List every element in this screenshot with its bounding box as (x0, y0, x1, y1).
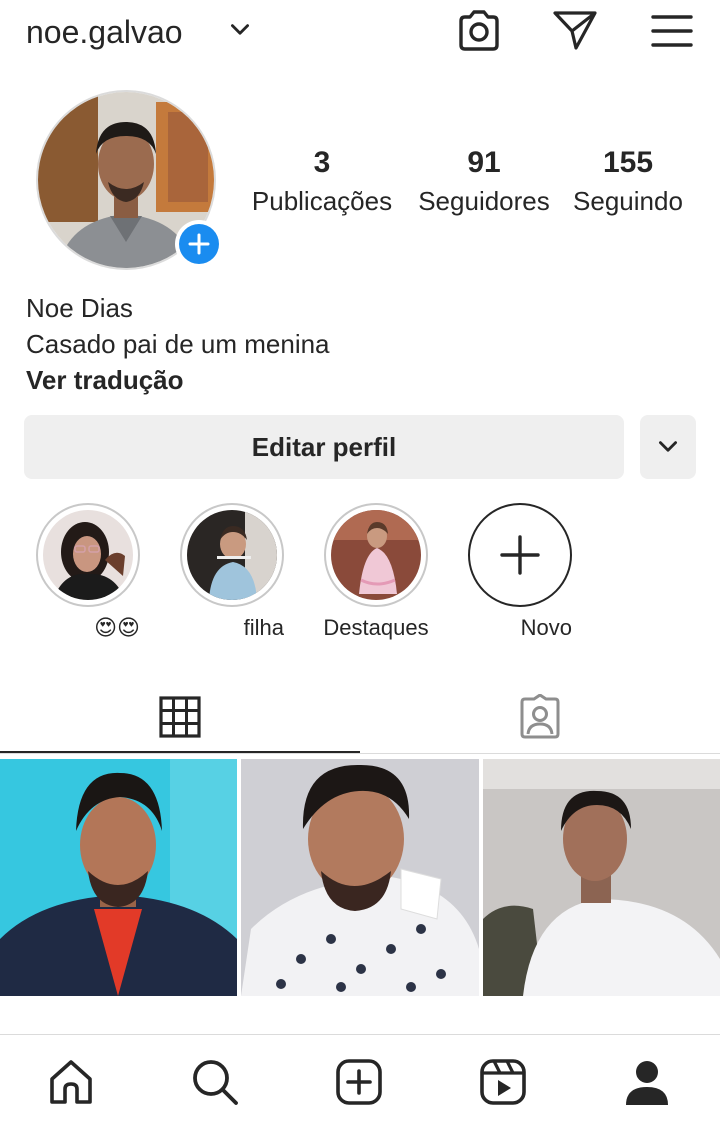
profile-username[interactable]: noe.galvao (26, 12, 183, 52)
add-story-button[interactable] (175, 220, 223, 268)
tab-tagged[interactable] (360, 680, 720, 754)
bio-name: Noe Dias (26, 293, 133, 323)
stat-posts-count: 3 (313, 146, 331, 179)
stat-followers-count: 91 (467, 146, 501, 179)
stat-followers-label: Seguidores (418, 186, 550, 216)
nav-reels[interactable] (473, 1052, 533, 1112)
tab-posts-grid[interactable] (0, 680, 360, 754)
stat-following-count: 155 (602, 146, 654, 179)
stat-followers[interactable]: 91 Seguidores (410, 146, 558, 218)
stat-following-label: Seguindo (573, 186, 683, 216)
plus-icon (179, 224, 219, 264)
post-thumbnail[interactable] (0, 759, 237, 996)
highlight-item[interactable]: 😍😍 (36, 503, 140, 641)
highlight-label: Novo (520, 615, 572, 640)
tagged-icon (520, 694, 560, 739)
stat-posts-label: Publicações (251, 186, 393, 216)
stat-following[interactable]: 155 Seguindo (566, 146, 690, 218)
discover-people-button[interactable] (640, 415, 696, 479)
grid-icon (159, 696, 201, 738)
tab-divider (0, 753, 720, 754)
stat-posts[interactable]: 3 Publicações (244, 146, 400, 218)
profile-icon (626, 1061, 668, 1105)
highlight-item[interactable]: filha (180, 503, 284, 641)
highlight-label: filha (243, 615, 284, 640)
home-icon (50, 1060, 92, 1104)
nav-home[interactable] (41, 1052, 101, 1112)
reels-icon (480, 1059, 526, 1105)
search-icon (193, 1060, 238, 1105)
nav-new-post[interactable] (329, 1052, 389, 1112)
direct-message-icon[interactable] (550, 6, 600, 54)
highlight-item[interactable]: Destaques (323, 503, 429, 641)
nav-profile[interactable] (617, 1052, 677, 1112)
highlight-cover (187, 510, 277, 600)
highlight-label: Destaques (323, 615, 429, 640)
new-post-icon (336, 1059, 382, 1105)
camera-icon[interactable] (452, 6, 506, 56)
plus-icon (468, 503, 572, 607)
bottom-nav-divider (0, 1034, 720, 1035)
see-translation-link[interactable]: Ver tradução (26, 364, 184, 396)
new-highlight-button[interactable]: Novo (468, 503, 572, 641)
highlight-label: 😍😍 (94, 615, 140, 640)
chevron-down-icon[interactable] (224, 14, 256, 46)
edit-profile-button[interactable]: Editar perfil (24, 415, 624, 479)
nav-search[interactable] (185, 1052, 245, 1112)
menu-icon[interactable] (650, 12, 694, 50)
post-thumbnail[interactable] (241, 759, 479, 996)
bio-text: Casado pai de um menina (26, 329, 330, 359)
post-thumbnail[interactable] (483, 759, 720, 996)
highlight-cover (43, 510, 133, 600)
chevron-down-icon (659, 441, 677, 452)
highlight-cover (331, 510, 421, 600)
